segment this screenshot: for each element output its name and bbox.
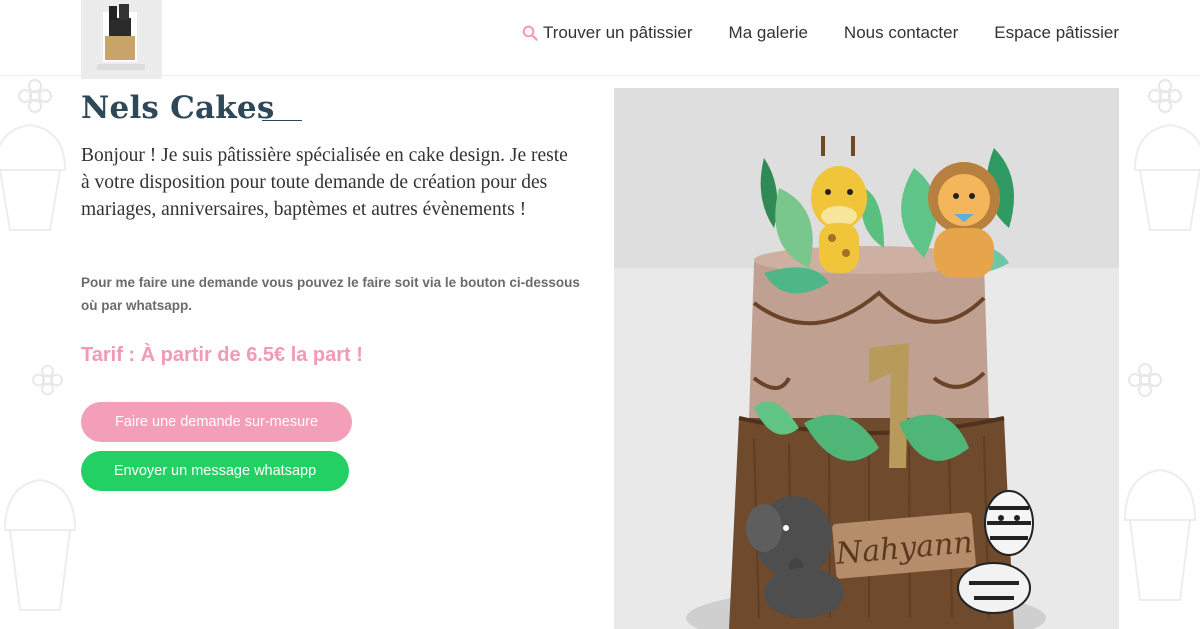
nav-contact[interactable]: Nous contacter bbox=[844, 22, 958, 44]
request-note: Pour me faire une demande vous pouvez le… bbox=[81, 275, 580, 313]
nav-find-patissier-label: Trouver un pâtissier bbox=[542, 23, 693, 42]
page-title: Nels Cakes bbox=[81, 90, 275, 126]
nav-find-patissier[interactable]: Trouver un pâtissier bbox=[522, 22, 693, 44]
title-divider bbox=[262, 120, 302, 121]
nav-gallery-label: Ma galerie bbox=[728, 23, 808, 42]
cake-photo: Nahyann bbox=[614, 88, 1119, 629]
main-content: Nels Cakes Bonjour ! Je suis pâtissière … bbox=[0, 76, 1200, 629]
main-nav: Trouver un pâtissier Ma galerie Nous con… bbox=[522, 22, 1119, 44]
intro-text: Bonjour ! Je suis pâtissière spécialisée… bbox=[81, 145, 568, 220]
cake-illustration: Nahyann bbox=[614, 88, 1119, 629]
whatsapp-button[interactable]: Envoyer un message whatsapp bbox=[81, 451, 349, 491]
nav-contact-label: Nous contacter bbox=[843, 23, 959, 42]
nav-gallery[interactable]: Ma galerie bbox=[729, 22, 808, 44]
cake-logo-icon bbox=[81, 0, 162, 79]
nav-patissier-space[interactable]: Espace pâtissier bbox=[994, 22, 1119, 44]
price-text: Tarif : À partir de 6.5€ la part ! bbox=[81, 344, 363, 366]
site-header: Trouver un pâtissier Ma galerie Nous con… bbox=[0, 0, 1200, 79]
nav-patissier-space-label: Espace pâtissier bbox=[994, 23, 1119, 42]
site-logo[interactable] bbox=[81, 0, 162, 79]
custom-request-button[interactable]: Faire une demande sur-mesure bbox=[81, 402, 352, 442]
search-icon bbox=[522, 25, 538, 41]
